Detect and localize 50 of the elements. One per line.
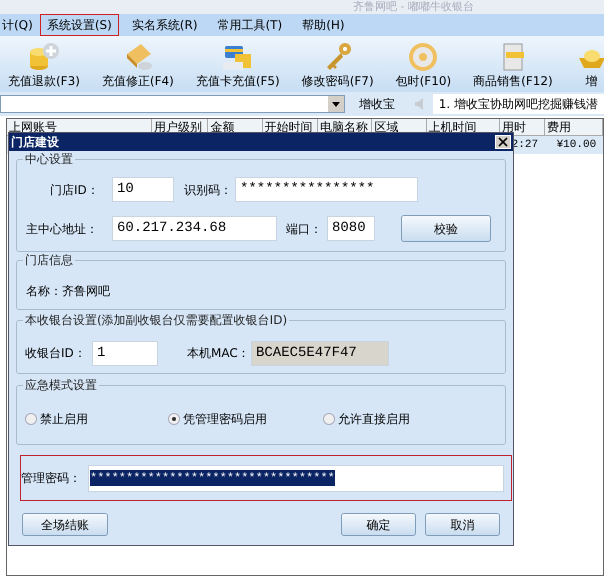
dialog-button[interactable]: 确定 bbox=[341, 513, 416, 536]
window-title: 齐鲁网吧 - 嘟嘟牛收银台 bbox=[353, 0, 474, 14]
ticker-message: 1. 增收宝协助网吧挖掘赚钱潜 bbox=[432, 94, 604, 114]
field-label: 管理密码： bbox=[21, 470, 82, 487]
field-label: 端口： bbox=[286, 220, 323, 238]
cashier-id-field[interactable]: 1 bbox=[92, 340, 158, 366]
admin-password-field[interactable]: ********************************** bbox=[88, 464, 504, 492]
dialog-button[interactable]: 全场结账 bbox=[22, 513, 108, 536]
radio-option[interactable]: 禁止启用 bbox=[25, 410, 168, 428]
radio-option[interactable]: 允许直接启用 bbox=[323, 410, 410, 428]
password-text: ********************************** bbox=[90, 470, 335, 486]
menu-item[interactable]: 帮助(H) bbox=[295, 14, 352, 36]
close-icon[interactable] bbox=[495, 135, 511, 149]
dialog-title: 门店建设 bbox=[11, 134, 59, 151]
table-cell-text: ¥10.00 bbox=[556, 138, 598, 153]
verify-button[interactable]: 校验 bbox=[401, 215, 491, 242]
toolbar-button[interactable]: 充值卡充值(F5) bbox=[188, 40, 288, 88]
toolbar-button[interactable]: 商品销售(F12) bbox=[465, 40, 561, 88]
column-header[interactable]: 费用 bbox=[544, 119, 604, 135]
group-legend: 应急模式设置 bbox=[23, 377, 99, 393]
dropdown-field[interactable] bbox=[0, 95, 345, 113]
field-label: 本机MAC： bbox=[187, 345, 251, 362]
menu-item[interactable]: 常用工具(T) bbox=[210, 14, 290, 36]
address-field[interactable]: 60.217.234.68 bbox=[112, 216, 277, 241]
group-legend: 本收银台设置(添加副收银台仅需要配置收银台ID) bbox=[23, 312, 290, 328]
mac-field[interactable]: BCAEC5E47F47 bbox=[251, 340, 389, 366]
field-label: 主中心地址： bbox=[26, 220, 99, 238]
toolbar-button[interactable]: 充值修正(F4) bbox=[94, 40, 182, 88]
field-label: 收银台ID： bbox=[25, 345, 87, 362]
store-name: 名称：齐鲁网吧 bbox=[26, 283, 110, 300]
toolbar-button[interactable]: 包时(F10) bbox=[388, 40, 460, 88]
toolbar-button[interactable]: 增 bbox=[566, 40, 604, 88]
toolbar-button[interactable]: 充值退款(F3) bbox=[0, 40, 88, 88]
ticker-label: 增收宝 bbox=[358, 96, 395, 113]
radio-option[interactable]: 凭管理密码启用 bbox=[168, 410, 323, 428]
port-field[interactable]: 8080 bbox=[327, 216, 375, 241]
menu-item[interactable]: 计(Q) bbox=[1, 14, 34, 36]
dialog-button[interactable]: 取消 bbox=[425, 513, 500, 536]
code-field[interactable]: **************** bbox=[235, 177, 418, 202]
radio-button[interactable] bbox=[25, 413, 37, 425]
store-id-field[interactable]: 10 bbox=[112, 177, 174, 202]
toolbar-button[interactable]: 修改密码(F7) bbox=[294, 40, 382, 88]
field-label: 门店ID： bbox=[50, 182, 100, 198]
group-legend: 中心设置 bbox=[23, 151, 75, 167]
radio-button[interactable] bbox=[323, 413, 335, 425]
field-label: 识别码： bbox=[184, 182, 233, 198]
menu-item[interactable]: 系统设置(S) bbox=[40, 14, 119, 36]
group-legend: 门店信息 bbox=[23, 252, 75, 268]
menu-item[interactable]: 实名系统(R) bbox=[124, 14, 204, 36]
radio-button[interactable] bbox=[168, 413, 180, 425]
